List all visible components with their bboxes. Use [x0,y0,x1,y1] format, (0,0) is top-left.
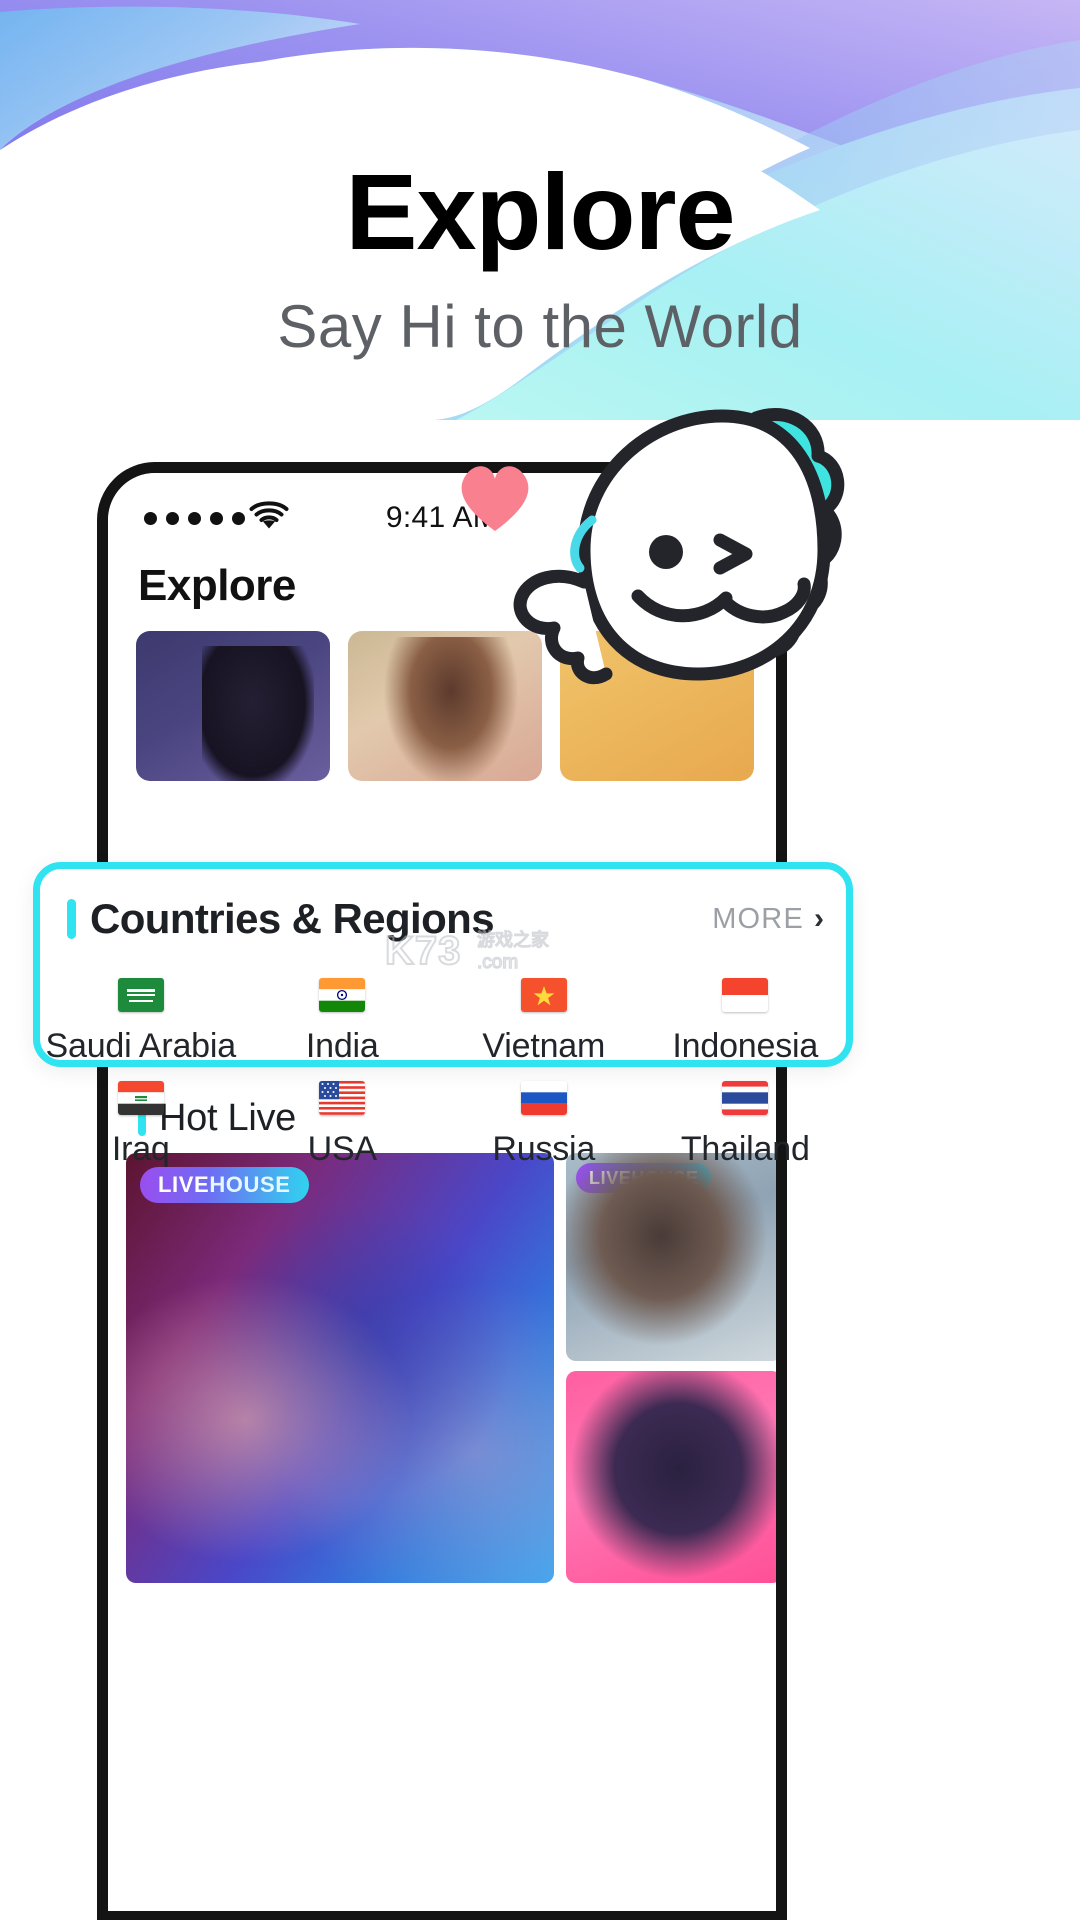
page-subtitle: Say Hi to the World [277,293,803,360]
livehouse-badge-bold-2: LIVE [589,1167,632,1188]
livehouse-badge-bold: LIVE [158,1172,210,1197]
country-label: Thailand [680,1130,810,1168]
hot-live-side-bottom[interactable] [566,1371,776,1583]
country-label: USA [307,1130,378,1168]
card-accent-bar [67,899,76,939]
country-grid: Saudi Arabia India Vietnam Indonesia Ira… [40,967,846,1169]
country-item-saudi-arabia[interactable]: Saudi Arabia [40,967,242,1066]
more-label: MORE [712,902,804,935]
country-label: Russia [492,1130,596,1168]
app-screen-title: Explore [138,561,296,610]
flag-vietnam-icon [520,967,567,1023]
country-label: Iraq [111,1130,170,1168]
livehouse-badge-light: HOUSE [209,1172,291,1197]
flag-indonesia-icon [722,967,769,1023]
page-title: Explore [345,151,735,272]
country-item-thailand[interactable]: Thailand [645,1070,847,1169]
country-label: Vietnam [482,1027,606,1065]
country-item-indonesia[interactable]: Indonesia [645,967,847,1066]
hot-live-side-top[interactable]: LIVE HOUSE [566,1153,776,1361]
country-item-india[interactable]: India [242,967,444,1066]
country-label: India [305,1027,379,1065]
promo-screenshot: Explore Say Hi to the World 9:41 AM Expl… [0,0,1080,1920]
country-item-usa[interactable]: USA [242,1070,444,1169]
country-label: Indonesia [672,1027,819,1065]
livehouse-badge-light-2: HOUSE [631,1167,699,1188]
country-item-vietnam[interactable]: Vietnam [443,967,645,1066]
flag-thailand-icon [722,1070,769,1126]
country-label: Saudi Arabia [45,1027,237,1065]
chevron-right-icon: › [814,902,824,935]
country-item-iraq[interactable]: Iraq [40,1070,242,1169]
card-title: Countries & Regions [90,895,495,942]
countries-regions-card: Countries & Regions MORE › K73 游戏之家 .com [33,862,853,1168]
card-header: Countries & Regions MORE › [67,895,824,943]
explore-thumb-1[interactable] [136,631,330,781]
flag-russia-icon [520,1070,567,1126]
livehouse-badge: LIVE HOUSE [140,1167,309,1203]
hot-live-main[interactable]: LIVE HOUSE [126,1153,554,1583]
flag-iraq-icon [117,1070,164,1126]
country-item-russia[interactable]: Russia [443,1070,645,1169]
flag-usa-icon [319,1070,366,1126]
more-button[interactable]: MORE › [712,903,824,936]
mascot-dino-icon [488,400,848,730]
flag-saudi-arabia-icon [117,967,164,1023]
flag-india-icon [319,967,366,1023]
